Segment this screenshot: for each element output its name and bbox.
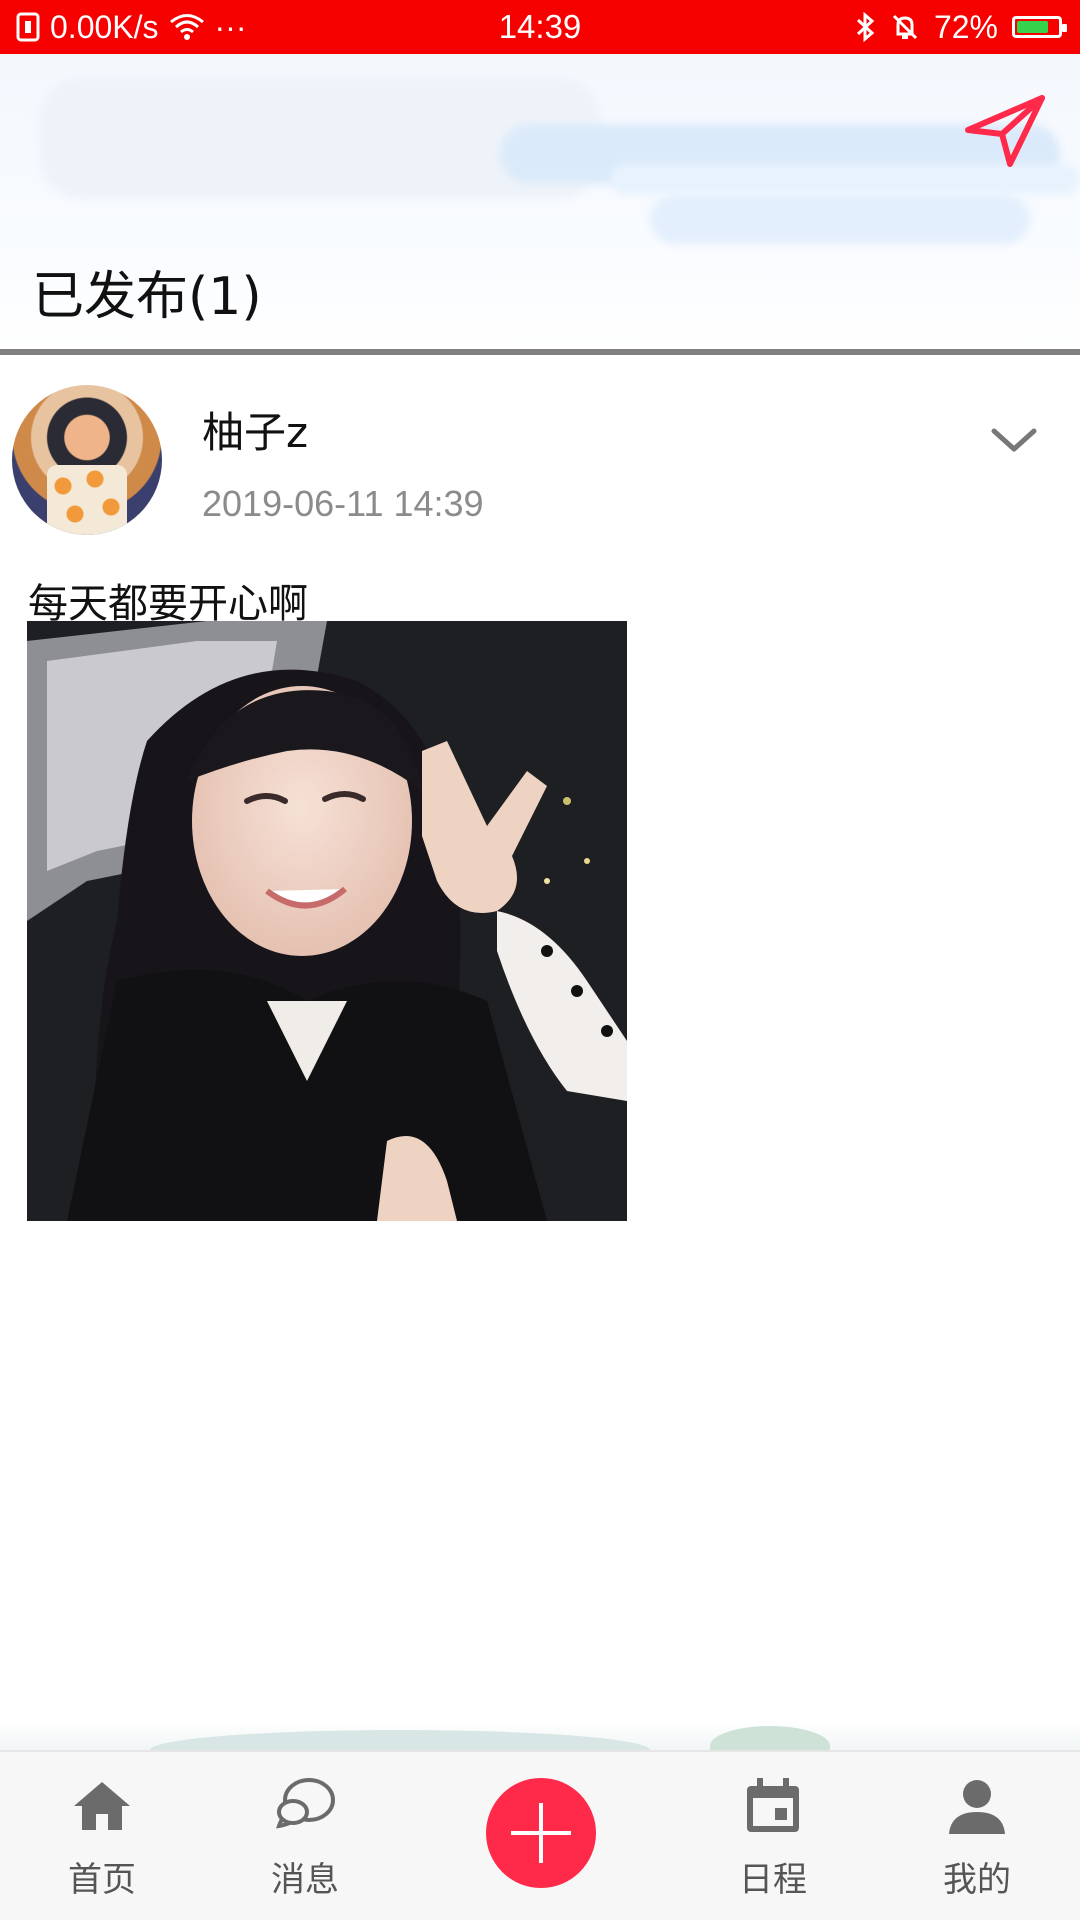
calendar-icon	[747, 1778, 799, 1832]
battery-percent: 72%	[933, 8, 998, 45]
nav-schedule-label: 日程	[739, 1860, 807, 1900]
nav-home-label: 首页	[68, 1860, 136, 1900]
nav-mine-label: 我的	[943, 1860, 1011, 1900]
chat-icon	[276, 1778, 335, 1829]
add-post-button[interactable]	[486, 1778, 596, 1888]
avatar[interactable]	[12, 385, 162, 535]
post-username[interactable]: 柚子z	[202, 399, 308, 460]
chevron-down-icon[interactable]	[988, 415, 1040, 467]
nav-messages[interactable]: 消息	[235, 1774, 375, 1914]
page-title: 已发布(1)	[32, 267, 262, 327]
post-timestamp: 2019-06-11 14:39	[202, 483, 484, 524]
bottom-nav: 首页 消息 日程 我的	[0, 1750, 1080, 1920]
header: 已发布(1)	[0, 54, 1080, 350]
photo-illustration	[27, 621, 627, 1221]
nav-schedule[interactable]: 日程	[703, 1774, 843, 1914]
send-icon[interactable]	[962, 88, 1046, 172]
app-screen: 0.00K/s ··· 14:39 72% 已发布(1) 柚子z 2019-06…	[0, 0, 1080, 1920]
battery-icon	[1012, 16, 1067, 38]
mute-bell-icon	[892, 14, 918, 40]
nav-messages-label: 消息	[271, 1860, 339, 1900]
nav-home[interactable]: 首页	[32, 1774, 172, 1914]
person-icon	[949, 1780, 1005, 1834]
bluetooth-icon	[856, 12, 875, 42]
status-bar: 0.00K/s ··· 14:39 72%	[0, 0, 1080, 54]
post-photo[interactable]	[27, 621, 627, 1221]
nav-mine[interactable]: 我的	[907, 1774, 1047, 1914]
home-icon	[74, 1782, 130, 1830]
bottom-decoration	[0, 1720, 1080, 1770]
status-right: 72%	[854, 0, 1067, 54]
post-card: 柚子z 2019-06-11 14:39 每天都要开心啊	[0, 355, 1080, 1221]
